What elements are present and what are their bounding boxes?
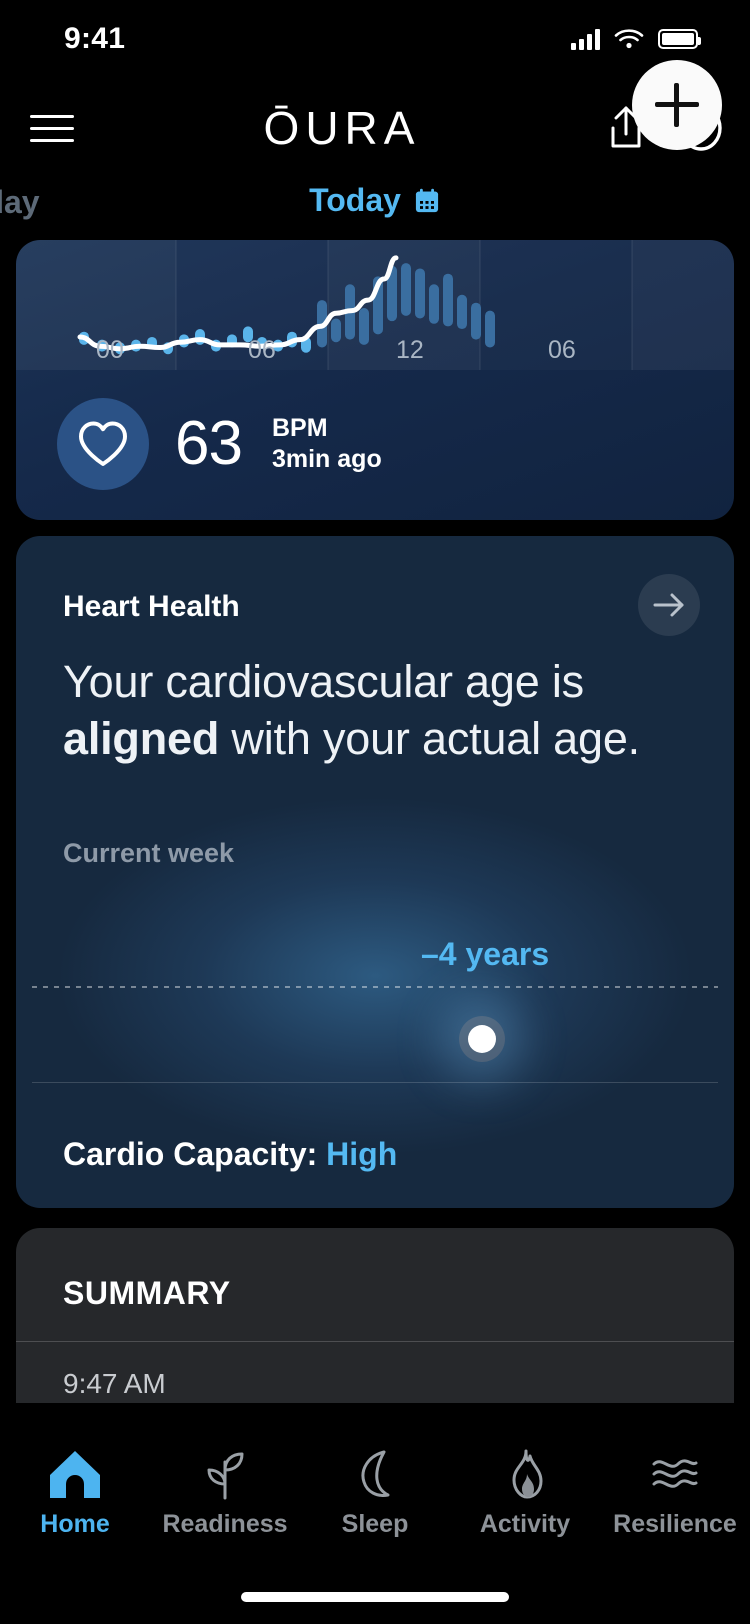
cardio-capacity-row: Cardio Capacity: High bbox=[63, 1136, 397, 1173]
nav-item-resilience[interactable]: Resilience bbox=[600, 1442, 750, 1539]
message-bold: aligned bbox=[63, 712, 220, 764]
summary-card[interactable]: SUMMARY 9:47 AM bbox=[16, 1228, 734, 1403]
day-tab-bar: rday Today bbox=[0, 180, 750, 236]
add-entry-button[interactable] bbox=[632, 60, 722, 150]
nav-label-readiness: Readiness bbox=[162, 1510, 288, 1538]
home-icon bbox=[50, 1451, 100, 1498]
bottom-navigation: Home Readiness Sleep Activity Resilience bbox=[0, 1442, 750, 1562]
heart-rate-card[interactable]: 00 06 12 06 63 BPM 3min ago bbox=[16, 240, 734, 520]
gauge-dotted-axis bbox=[32, 986, 718, 988]
chart-x-axis: 00 06 12 06 bbox=[16, 336, 734, 366]
home-indicator bbox=[241, 1592, 509, 1602]
tab-today-label: Today bbox=[309, 182, 401, 218]
nav-label-sleep: Sleep bbox=[341, 1510, 409, 1538]
summary-title: SUMMARY bbox=[63, 1275, 231, 1311]
heart-health-message: Your cardiovascular age is aligned with … bbox=[63, 654, 659, 767]
summary-divider bbox=[16, 1341, 734, 1342]
nav-label-home: Home bbox=[40, 1510, 110, 1538]
x-tick-3: 06 bbox=[548, 336, 576, 364]
heart-rate-reading: 63 BPM 3min ago bbox=[57, 398, 382, 490]
calendar-icon[interactable] bbox=[413, 187, 441, 215]
x-tick-0: 00 bbox=[96, 336, 124, 364]
app-screen: 9:41 ŌURA rday bbox=[0, 0, 750, 1624]
heart-rate-meta: BPM 3min ago bbox=[272, 414, 382, 474]
cardiovascular-age-gauge: –4 years bbox=[16, 916, 734, 1076]
tab-today[interactable]: Today bbox=[0, 182, 750, 219]
cardio-capacity-value: High bbox=[326, 1136, 398, 1172]
card-divider bbox=[32, 1082, 718, 1083]
cellular-signal-icon bbox=[571, 28, 600, 50]
nav-label-activity: Activity bbox=[479, 1510, 571, 1538]
nav-item-home[interactable]: Home bbox=[0, 1442, 150, 1539]
arrow-right-icon[interactable] bbox=[638, 574, 700, 636]
heart-rate-chart[interactable]: 00 06 12 06 bbox=[16, 240, 734, 370]
heart-outline-icon bbox=[79, 421, 127, 466]
moon-icon bbox=[361, 1450, 390, 1497]
heart-icon-badge bbox=[57, 398, 149, 490]
heart-health-subtitle: Current week bbox=[63, 838, 235, 868]
x-tick-2: 12 bbox=[396, 336, 424, 364]
status-bar-indicators bbox=[571, 28, 701, 50]
nav-item-readiness[interactable]: Readiness bbox=[150, 1442, 300, 1539]
wifi-icon bbox=[614, 29, 644, 49]
x-tick-1: 06 bbox=[248, 336, 276, 364]
gauge-value-label: –4 years bbox=[421, 936, 550, 972]
flame-icon bbox=[512, 1449, 543, 1499]
gauge-marker bbox=[459, 1016, 505, 1062]
sprout-icon bbox=[207, 1452, 244, 1500]
heart-health-card[interactable]: Heart Health Your cardiovascular age is … bbox=[16, 536, 734, 1208]
summary-entry-time: 9:47 AM bbox=[63, 1368, 166, 1399]
heart-rate-updated: 3min ago bbox=[271, 445, 382, 473]
heart-rate-unit: BPM bbox=[271, 414, 328, 443]
message-suffix: with your actual age. bbox=[219, 712, 640, 764]
status-bar: 9:41 bbox=[0, 0, 750, 78]
arrow-right-glyph bbox=[653, 593, 684, 617]
plus-icon bbox=[655, 83, 699, 127]
heart-rate-value: 63 bbox=[175, 409, 243, 478]
nav-item-activity[interactable]: Activity bbox=[450, 1442, 600, 1539]
nav-item-sleep[interactable]: Sleep bbox=[300, 1442, 450, 1539]
heart-health-title: Heart Health bbox=[63, 590, 240, 623]
battery-icon bbox=[658, 29, 701, 49]
message-prefix: Your cardiovascular age is bbox=[63, 656, 584, 707]
nav-label-resilience: Resilience bbox=[613, 1510, 737, 1538]
cardio-capacity-label: Cardio Capacity: bbox=[63, 1136, 327, 1172]
hamburger-menu-icon[interactable] bbox=[24, 100, 80, 156]
app-brand-title: ŌURA bbox=[263, 102, 421, 154]
status-bar-time: 9:41 bbox=[64, 22, 126, 55]
waves-icon bbox=[652, 1459, 698, 1488]
